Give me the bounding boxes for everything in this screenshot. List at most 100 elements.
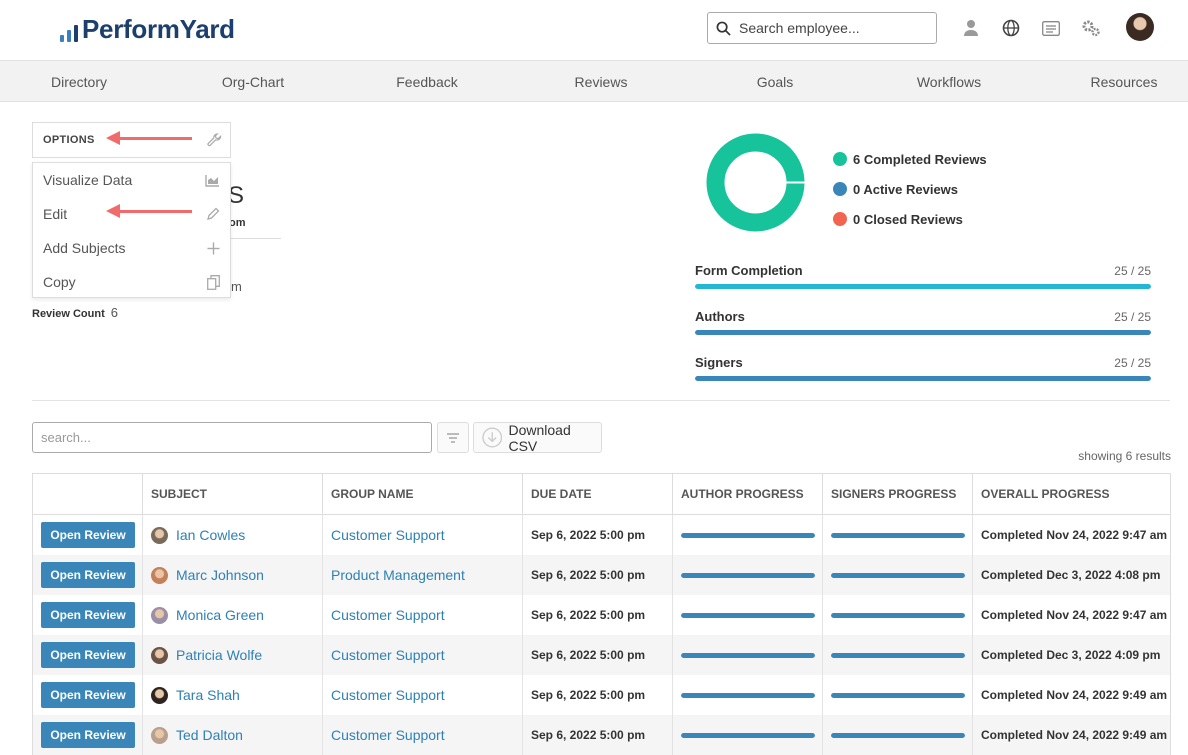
progress-count: 25 / 25: [1114, 310, 1151, 324]
menu-copy[interactable]: Copy: [33, 265, 230, 299]
legend-completed: 6 Completed Reviews: [833, 144, 987, 174]
open-review-button[interactable]: Open Review: [41, 522, 135, 548]
nav-workflows[interactable]: Workflows: [917, 74, 981, 90]
review-count-value: 6: [110, 305, 118, 320]
overall-progress-text: Completed Dec 3, 2022 4:08 pm: [981, 568, 1161, 582]
open-review-button[interactable]: Open Review: [41, 682, 135, 708]
subject-avatar: [151, 606, 168, 624]
options-button[interactable]: OPTIONS: [32, 122, 231, 158]
menu-visualize-data[interactable]: Visualize Data: [33, 163, 230, 197]
employee-search-input[interactable]: [739, 20, 919, 36]
actions-cell: Open Review: [33, 675, 143, 715]
nav-org-chart[interactable]: Org-Chart: [222, 74, 284, 90]
subject-cell: Marc Johnson: [143, 555, 323, 595]
due-date-cell: Sep 6, 2022 5:00 pm: [523, 675, 673, 715]
top-header: PerformYard: [0, 0, 1188, 60]
open-review-button[interactable]: Open Review: [41, 562, 135, 588]
author-progress-bar: [681, 652, 815, 658]
nav-resources[interactable]: Resources: [1091, 74, 1158, 90]
progress-fill: [681, 532, 815, 538]
subject-name-link[interactable]: Patricia Wolfe: [176, 647, 262, 663]
employee-search-box[interactable]: [707, 12, 937, 44]
plus-icon: [207, 242, 220, 254]
nav-directory[interactable]: Directory: [51, 74, 107, 90]
legend-active: 0 Active Reviews: [833, 174, 987, 204]
progress-track: [695, 330, 1151, 335]
table-row: Open Review Ian Cowles Customer Support …: [33, 515, 1170, 555]
table-search-input[interactable]: [32, 422, 432, 453]
group-name-link[interactable]: Product Management: [331, 567, 465, 583]
signers-progress-cell: [823, 515, 973, 555]
subject-name-link[interactable]: Ted Dalton: [176, 727, 243, 743]
download-csv-button[interactable]: Download CSV: [473, 422, 602, 454]
filter-button[interactable]: [437, 422, 469, 453]
open-review-button[interactable]: Open Review: [41, 642, 135, 668]
review-count-label: Review Count: [32, 308, 105, 320]
due-date: Sep 6, 2022 5:00 pm: [531, 728, 646, 742]
signers-progress-cell: [823, 595, 973, 635]
signers-progress-bar: [831, 732, 965, 738]
group-name-link[interactable]: Customer Support: [331, 527, 445, 543]
due-date: Sep 6, 2022 5:00 pm: [531, 528, 646, 542]
legend-label: 0 Closed Reviews: [853, 211, 963, 227]
signers-progress-cell: [823, 675, 973, 715]
nav-feedback[interactable]: Feedback: [396, 74, 457, 90]
open-review-button[interactable]: Open Review: [41, 722, 135, 748]
subject-name-link[interactable]: Monica Green: [176, 607, 264, 623]
legend-label: 6 Completed Reviews: [853, 151, 987, 167]
author-progress-bar: [681, 532, 815, 538]
menu-edit[interactable]: Edit: [33, 197, 230, 231]
menu-add-subjects[interactable]: Add Subjects: [33, 231, 230, 265]
open-review-button[interactable]: Open Review: [41, 602, 135, 628]
column-header-overall-progress[interactable]: OVERALL PROGRESS: [973, 474, 1170, 514]
progress-fill: [831, 692, 965, 698]
logo-bars-icon: [60, 18, 78, 42]
subject-name-link[interactable]: Marc Johnson: [176, 567, 264, 583]
progress-fill: [695, 330, 1151, 335]
group-name-link[interactable]: Customer Support: [331, 687, 445, 703]
subject-name-link[interactable]: Tara Shah: [176, 687, 240, 703]
settings-icon[interactable]: [1081, 18, 1101, 38]
globe-icon[interactable]: [1001, 18, 1021, 38]
group-cell: Customer Support: [323, 715, 523, 755]
column-header-group-name[interactable]: GROUP NAME: [323, 474, 523, 514]
group-cell: Product Management: [323, 555, 523, 595]
list-icon[interactable]: [1041, 18, 1061, 38]
column-header-author-progress[interactable]: AUTHOR PROGRESS: [673, 474, 823, 514]
column-header-subject[interactable]: SUBJECT: [143, 474, 323, 514]
column-header-signers-progress[interactable]: SIGNERS PROGRESS: [823, 474, 973, 514]
progress-fill: [681, 732, 815, 738]
group-cell: Customer Support: [323, 515, 523, 555]
group-name-link[interactable]: Customer Support: [331, 647, 445, 663]
progress-fill: [831, 652, 965, 658]
nav-goals[interactable]: Goals: [757, 74, 794, 90]
menu-item-label: Add Subjects: [43, 240, 126, 256]
subject-cell: Tara Shah: [143, 675, 323, 715]
overall-progress-cell: Completed Nov 24, 2022 9:49 am: [973, 715, 1170, 755]
progress-fill: [831, 572, 965, 578]
nav-reviews[interactable]: Reviews: [575, 74, 628, 90]
progress-fill: [695, 284, 1151, 289]
blue-dot-icon: [833, 182, 847, 196]
donut-legend: 6 Completed Reviews 0 Active Reviews 0 C…: [833, 144, 987, 234]
column-header-due-date[interactable]: DUE DATE: [523, 474, 673, 514]
user-icon[interactable]: [961, 18, 981, 38]
group-name-link[interactable]: Customer Support: [331, 727, 445, 743]
author-progress-cell: [673, 635, 823, 675]
progress-fill: [681, 572, 815, 578]
progress-fill: [831, 532, 965, 538]
group-name-link[interactable]: Customer Support: [331, 607, 445, 623]
overall-progress-cell: Completed Dec 3, 2022 4:09 pm: [973, 635, 1170, 675]
overall-progress-cell: Completed Nov 24, 2022 9:47 am: [973, 515, 1170, 555]
filter-icon: [447, 432, 459, 443]
author-progress-cell: [673, 715, 823, 755]
options-menu: Visualize Data Edit Add Subjects Copy: [32, 162, 231, 298]
signers-progress-bar: [831, 532, 965, 538]
table-row: Open Review Marc Johnson Product Managem…: [33, 555, 1170, 595]
signers-progress-cell: [823, 555, 973, 595]
subject-name-link[interactable]: Ian Cowles: [176, 527, 245, 543]
table-row: Open Review Tara Shah Customer Support S…: [33, 675, 1170, 715]
user-avatar[interactable]: [1126, 13, 1154, 41]
performyard-logo[interactable]: PerformYard: [60, 14, 235, 45]
actions-cell: Open Review: [33, 555, 143, 595]
